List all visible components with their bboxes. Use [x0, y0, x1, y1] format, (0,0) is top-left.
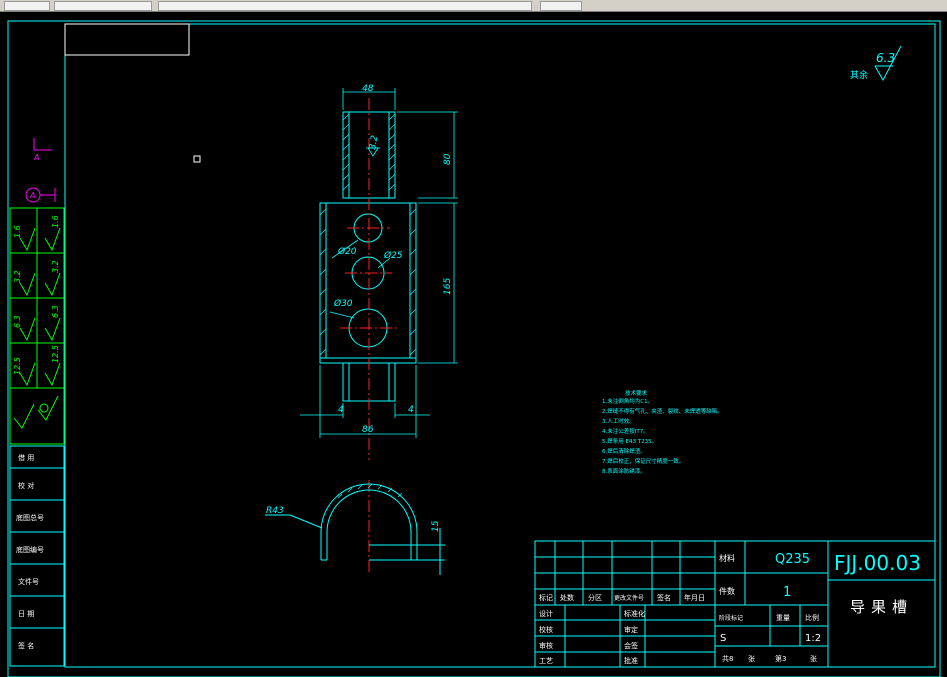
- side-panel: A A 1.6 1.6 3.2 3.2 6.3 6.3 12.5 12.5 借 …: [9, 138, 65, 667]
- roughness-value: 12.5: [13, 357, 22, 375]
- roughness-icon: [19, 227, 36, 252]
- note-line: 5.焊条用 E43 T235。: [602, 437, 657, 445]
- sheet-word: 张: [748, 654, 755, 663]
- roughness-value: 3.2: [51, 260, 60, 273]
- corner-roughness-value: 6.3: [876, 51, 895, 65]
- dim-top-width: 48: [362, 84, 374, 94]
- scale-label: 比例: [805, 613, 819, 622]
- cad-toolbar: [0, 0, 947, 12]
- reg-row-label: 底图编号: [16, 545, 44, 554]
- note-line: 2.焊缝不得有气孔、夹渣、裂纹、未焊透等缺陷。: [602, 407, 723, 415]
- dim-radius: R43: [266, 506, 284, 516]
- notes-title: 技术要求: [625, 389, 648, 397]
- dim-left-offset: 4: [338, 405, 344, 415]
- corner-roughness-note: 其余: [850, 69, 868, 81]
- dim-depth: 15: [431, 520, 441, 532]
- stage-mark: S: [720, 633, 726, 644]
- role-label: 批准: [624, 656, 638, 665]
- role-label: 设计: [539, 609, 553, 618]
- toolbar-button[interactable]: [540, 1, 582, 11]
- material-value: Q235: [775, 552, 810, 567]
- roughness-icon: [44, 362, 61, 387]
- roughness-circle-icon: [39, 403, 49, 413]
- dimension-text: 48 80 165 86 4 4 Ø20 Ø25 Ø30 3.2: [333, 84, 453, 435]
- reg-row-label: 日 期: [18, 610, 34, 618]
- toolbar-button[interactable]: [158, 1, 532, 11]
- rev-header: 标记: [539, 593, 553, 602]
- rev-header: 处数: [560, 593, 574, 602]
- reg-row-label: 文件号: [18, 577, 39, 586]
- section-view: [265, 483, 445, 575]
- stage-label: 阶段标记: [719, 614, 743, 622]
- roughness-icon: [19, 272, 36, 297]
- note-line: 6.焊后清除焊渣。: [602, 447, 646, 455]
- quantity-label: 件数: [719, 586, 735, 596]
- role-label: 审核: [539, 641, 553, 650]
- quantity-value: 1: [783, 585, 791, 600]
- sheet-total: 共8: [722, 654, 733, 663]
- cad-drawing-canvas[interactable]: 48 80 165 86 4 4 Ø20 Ø25 Ø30 3.2 R43 15 …: [0, 12, 947, 677]
- rev-header: 年月日: [684, 593, 705, 602]
- note-line: 3.人工时效。: [602, 417, 635, 425]
- role-label: 校核: [539, 625, 553, 634]
- code-box: [64, 23, 190, 56]
- reg-row-label: 底图总号: [16, 513, 44, 522]
- inner-border: [64, 23, 936, 668]
- note-line: 1.未注倒角均为C1。: [602, 397, 653, 405]
- roughness-value: 1.6: [13, 225, 22, 238]
- roughness-value: 6.3: [13, 315, 22, 328]
- sheet-number: 第3: [775, 654, 786, 663]
- drawing-frame: [7, 20, 941, 677]
- dim-body-height: 165: [443, 278, 453, 295]
- roughness-icon: [19, 362, 36, 387]
- rev-header: 分区: [588, 593, 602, 602]
- role-label: 标准化: [624, 609, 645, 618]
- roughness-value: 3.2: [13, 270, 22, 283]
- cursor-marker: [193, 155, 201, 163]
- reg-row-label: 校 对: [18, 481, 34, 490]
- rev-header: 签名: [657, 593, 671, 602]
- weight-label: 重量: [776, 614, 790, 622]
- role-label: 工艺: [539, 657, 553, 665]
- wall-hatching: [319, 113, 417, 356]
- sheet-word: 张: [810, 654, 817, 663]
- technical-notes: 技术要求 1.未注倒角均为C1。 2.焊缝不得有气孔、夹渣、裂纹、未焊透等缺陷。…: [602, 389, 723, 475]
- reg-row-label: 借 用: [18, 453, 34, 462]
- drawing-number: FJJ.00.03: [834, 551, 921, 575]
- note-line: 8.表面涂防锈漆。: [602, 467, 646, 475]
- toolbar-button[interactable]: [4, 1, 50, 11]
- role-label: 会签: [624, 641, 638, 650]
- reg-row-label: 签 名: [18, 641, 34, 650]
- section-label: A: [33, 153, 39, 162]
- toolbar-button[interactable]: [54, 1, 152, 11]
- datum-label: A: [29, 191, 35, 200]
- rev-header: 更改文件号: [614, 594, 644, 602]
- roughness-icon: [44, 317, 61, 342]
- roughness-value: 6.3: [51, 305, 60, 318]
- body-outline: [319, 202, 417, 364]
- outer-border: [7, 20, 941, 677]
- dim-hole-small: Ø20: [337, 246, 357, 257]
- registration-table: [9, 445, 65, 667]
- roughness-icon: [19, 317, 36, 342]
- roughness-icon: [44, 227, 61, 252]
- dim-right-offset: 4: [408, 405, 414, 415]
- dim-hole-medium: Ø25: [383, 250, 403, 261]
- dim-top-height: 80: [443, 153, 453, 165]
- part-name: 导果槽: [850, 598, 913, 616]
- scale-value: 1:2: [805, 633, 821, 644]
- roughness-icon: [13, 403, 35, 429]
- roughness-value: 1.6: [51, 215, 60, 228]
- dim-hole-large: Ø30: [333, 298, 353, 309]
- roughness-icon: [44, 272, 61, 297]
- note-line: 4.未注公差按IT7。: [602, 427, 649, 435]
- role-label: 审定: [624, 625, 638, 634]
- roughness-value: 12.5: [51, 345, 60, 363]
- dim-overall-width: 86: [362, 425, 374, 435]
- note-line: 7.焊后校正，保证尺寸精度一致。: [602, 457, 684, 465]
- material-label: 材料: [719, 553, 735, 563]
